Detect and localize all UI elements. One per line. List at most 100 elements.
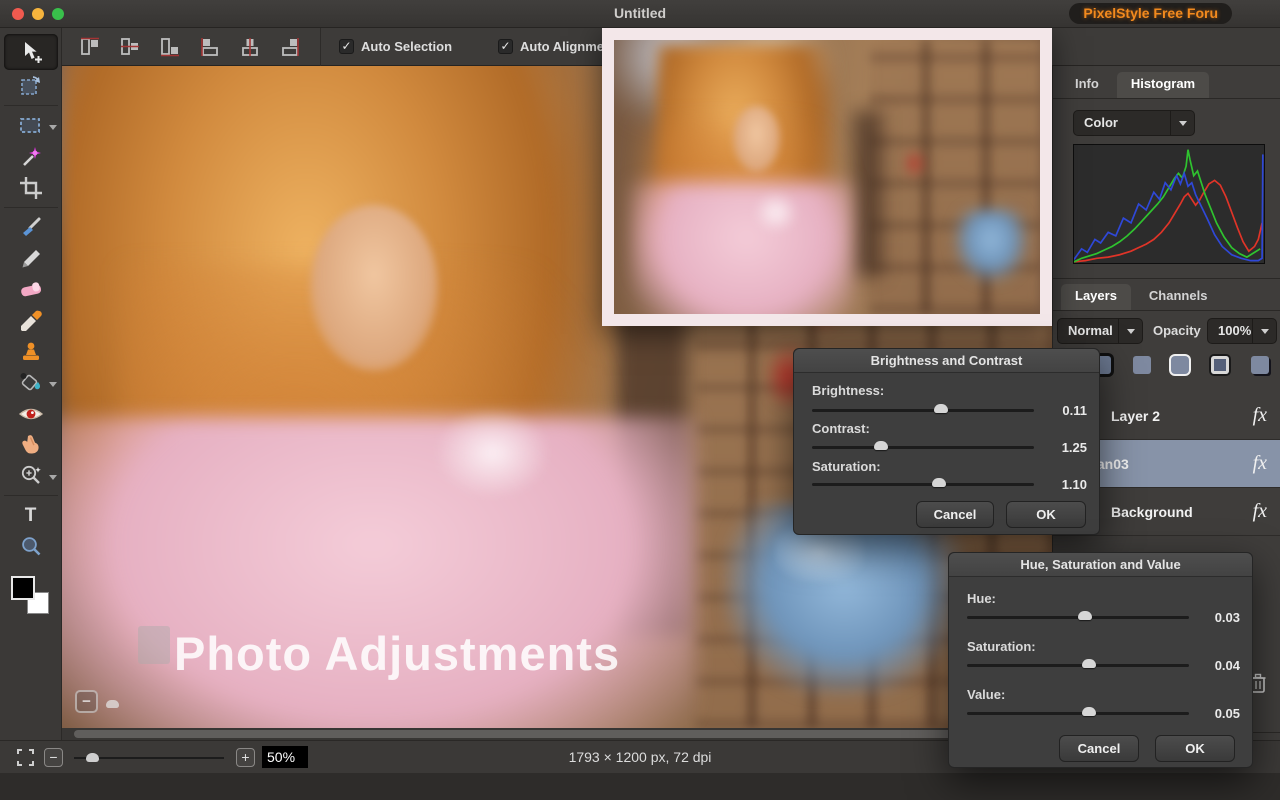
paint-bucket-options-chevron[interactable] [49, 382, 57, 387]
transform-tool[interactable] [4, 70, 58, 101]
brightness-label: Brightness: [812, 383, 884, 398]
brush-icon [18, 215, 44, 241]
opacity-label: Opacity [1153, 323, 1201, 338]
info-histogram-tabs: Info Histogram [1053, 72, 1280, 98]
contrast-slider[interactable] [812, 446, 1034, 449]
histogram-channel-dropdown[interactable]: Color [1073, 110, 1195, 136]
cancel-button[interactable]: Cancel [916, 501, 994, 528]
auto-alignment-checkbox[interactable]: ✓ [498, 39, 513, 54]
layer-fx-button[interactable]: fx [1253, 500, 1267, 523]
layer-option-button-4[interactable] [1211, 356, 1229, 374]
eyedropper-tool[interactable] [4, 305, 58, 336]
red-eye-tool[interactable] [4, 398, 58, 429]
paint-bucket-icon [18, 370, 44, 396]
tab-histogram[interactable]: Histogram [1117, 72, 1209, 98]
brightness-slider[interactable] [812, 409, 1034, 412]
color-swatches[interactable] [11, 576, 51, 616]
align-left-edge-button[interactable] [78, 35, 102, 59]
ok-button[interactable]: OK [1155, 735, 1235, 762]
saturation-slider-thumb[interactable] [1082, 659, 1096, 668]
align-v-center-button[interactable] [238, 35, 262, 59]
auto-alignment-checkbox-row[interactable]: ✓ Auto Alignment [498, 39, 616, 54]
smudge-tool[interactable] [4, 429, 58, 460]
zoom-tool[interactable] [4, 531, 58, 562]
layer-option-button-5[interactable] [1251, 356, 1269, 374]
saturation-value: 1.10 [1039, 477, 1087, 492]
zoom-options-chevron[interactable] [49, 475, 57, 480]
layer-option-button-3[interactable] [1171, 356, 1189, 374]
move-tool[interactable] [4, 34, 58, 70]
canvas-zoom-slider-thumb[interactable] [106, 700, 119, 708]
ok-button[interactable]: OK [1006, 501, 1086, 528]
tab-layers[interactable]: Layers [1061, 284, 1131, 310]
pencil-icon [18, 246, 44, 272]
align-buttons-group [78, 35, 302, 59]
zoom-in-tool[interactable] [4, 460, 58, 491]
opacity-dropdown[interactable]: 100% [1207, 318, 1277, 344]
align-right-edge-button[interactable] [158, 35, 182, 59]
hue-value: 0.03 [1192, 610, 1240, 625]
histogram-curve-blue [1074, 154, 1263, 260]
blend-mode-dropdown[interactable]: Normal [1057, 318, 1143, 344]
blend-mode-value: Normal [1068, 323, 1113, 338]
magic-wand-icon [18, 144, 44, 170]
brush-tool[interactable] [4, 212, 58, 243]
crop-tool[interactable] [4, 172, 58, 203]
layer-option-button-2[interactable] [1133, 356, 1151, 374]
auto-selection-checkbox[interactable]: ✓ [339, 39, 354, 54]
align-h-center-button[interactable] [118, 35, 142, 59]
brightness-value: 0.11 [1039, 403, 1087, 418]
magnifier-icon [18, 534, 44, 560]
paint-bucket-tool[interactable] [4, 367, 58, 398]
text-tool[interactable]: T [4, 500, 58, 531]
histogram-curve-green [1074, 150, 1260, 262]
options-divider [320, 28, 321, 66]
horizontal-scrollbar [62, 728, 1052, 740]
marquee-options-chevron[interactable] [49, 125, 57, 130]
clone-stamp-icon [18, 339, 44, 365]
canvas-zoom-out-button[interactable]: − [75, 690, 98, 713]
align-bottom-edge-button[interactable] [278, 35, 302, 59]
brightness-contrast-dialog: Brightness and Contrast Brightness: 0.11… [793, 348, 1100, 535]
layer-fx-button[interactable]: fx [1253, 404, 1267, 427]
hue-slider[interactable] [967, 616, 1189, 619]
histogram-display [1073, 144, 1265, 264]
license-badge[interactable]: PixelStyle Free Foru [1069, 3, 1232, 24]
watermark-text: Photo Adjustments [174, 626, 620, 681]
value-slider-thumb[interactable] [1082, 707, 1096, 716]
tab-channels[interactable]: Channels [1135, 284, 1222, 310]
pencil-tool[interactable] [4, 243, 58, 274]
horizontal-scrollbar-thumb[interactable] [74, 730, 958, 738]
dropdown-arrow-icon [1118, 319, 1142, 343]
saturation-slider[interactable] [967, 664, 1189, 667]
layer-fx-button[interactable]: fx [1253, 452, 1267, 475]
eraser-tool[interactable] [4, 274, 58, 305]
magic-wand-tool[interactable] [4, 141, 58, 172]
auto-selection-checkbox-row[interactable]: ✓ Auto Selection [339, 39, 452, 54]
preview-photo [614, 40, 1040, 314]
saturation-slider-thumb[interactable] [932, 478, 946, 487]
zoom-in-icon [18, 463, 44, 489]
align-top-edge-button[interactable] [198, 35, 222, 59]
hue-slider-thumb[interactable] [1078, 611, 1092, 620]
auto-selection-label: Auto Selection [361, 39, 452, 54]
toolbox-divider [4, 207, 58, 208]
red-eye-icon [18, 401, 44, 427]
opacity-value: 100% [1218, 323, 1251, 338]
saturation-slider[interactable] [812, 483, 1034, 486]
value-value: 0.05 [1192, 706, 1240, 721]
tab-info[interactable]: Info [1061, 72, 1113, 98]
preview-window[interactable] [602, 28, 1052, 326]
toolbox: T [0, 28, 62, 740]
brightness-slider-thumb[interactable] [934, 404, 948, 413]
cancel-button[interactable]: Cancel [1059, 735, 1139, 762]
marquee-selection-tool[interactable] [4, 110, 58, 141]
marquee-icon [18, 113, 44, 139]
contrast-slider-thumb[interactable] [874, 441, 888, 450]
clone-stamp-tool[interactable] [4, 336, 58, 367]
value-slider[interactable] [967, 712, 1189, 715]
foreground-color-swatch[interactable] [11, 576, 35, 600]
histogram-chart [1074, 145, 1264, 263]
text-tool-glyph: T [25, 505, 37, 527]
bottom-filler [0, 773, 1280, 800]
